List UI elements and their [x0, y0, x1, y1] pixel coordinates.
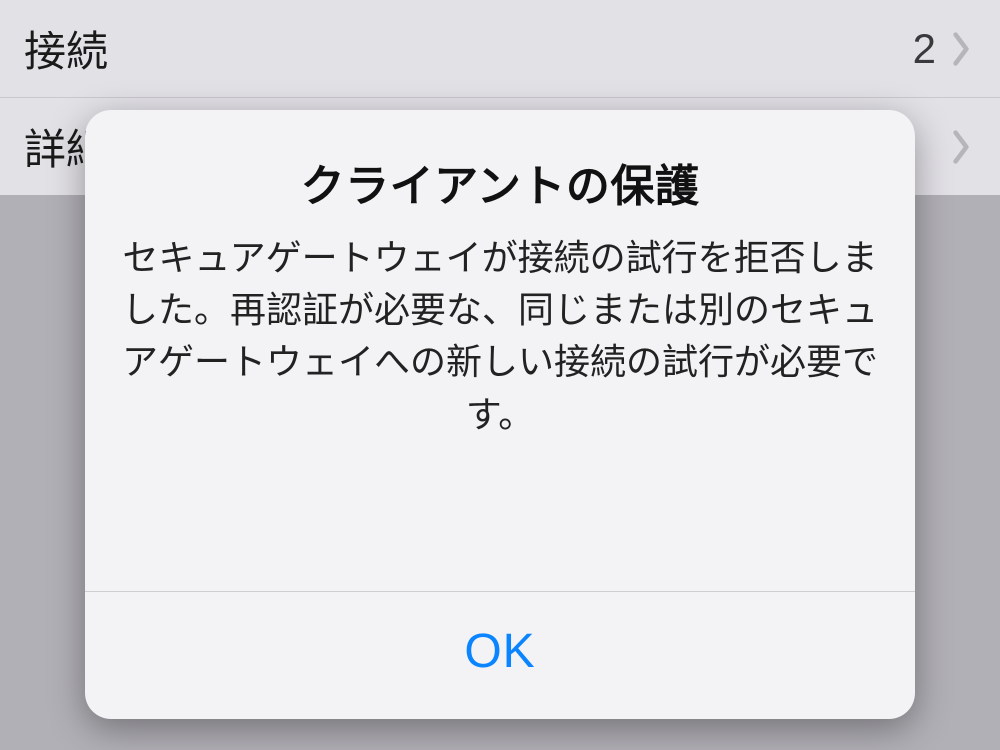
alert-title: クライアントの保護 [121, 150, 879, 214]
alert-message: セキュアゲートウェイが接続の試行を拒否しました。再認証が必要な、同じまたは別のセ… [121, 232, 879, 441]
ok-button[interactable]: OK [85, 592, 915, 719]
alert-body: クライアントの保護 セキュアゲートウェイが接続の試行を拒否しました。再認証が必要… [85, 110, 915, 591]
modal-overlay: クライアントの保護 セキュアゲートウェイが接続の試行を拒否しました。再認証が必要… [0, 0, 1000, 750]
alert-dialog: クライアントの保護 セキュアゲートウェイが接続の試行を拒否しました。再認証が必要… [85, 110, 915, 719]
